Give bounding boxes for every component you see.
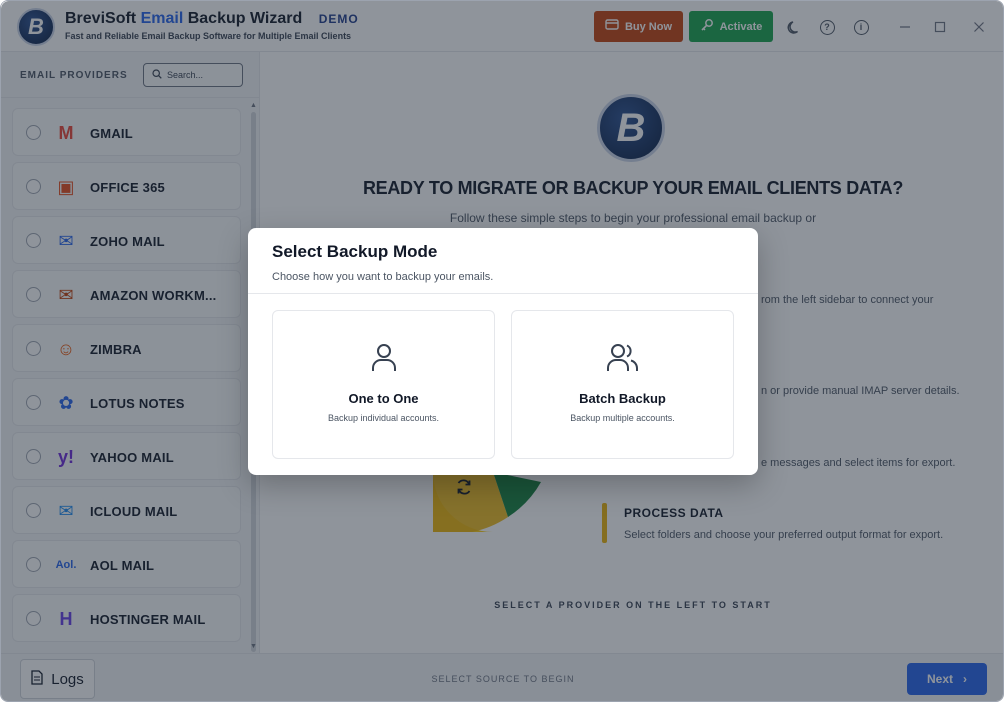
modal-title: Select Backup Mode <box>272 242 438 261</box>
modal-divider <box>248 293 758 294</box>
modal-subtitle: Choose how you want to backup your email… <box>272 271 494 283</box>
batch-backup-description: Backup multiple accounts. <box>570 413 675 423</box>
backup-mode-modal: Select Backup Mode Choose how you want t… <box>248 228 758 475</box>
user-icon <box>273 343 494 373</box>
one-to-one-option[interactable]: One to One Backup individual accounts. <box>272 310 495 459</box>
batch-backup-option[interactable]: Batch Backup Backup multiple accounts. <box>511 310 734 459</box>
app-window: B BreviSoft Email Backup Wizard DEMO Fas… <box>0 0 1004 702</box>
batch-backup-title: Batch Backup <box>579 391 666 406</box>
one-to-one-description: Backup individual accounts. <box>327 413 440 423</box>
users-icon <box>512 343 733 373</box>
one-to-one-title: One to One <box>348 391 419 406</box>
